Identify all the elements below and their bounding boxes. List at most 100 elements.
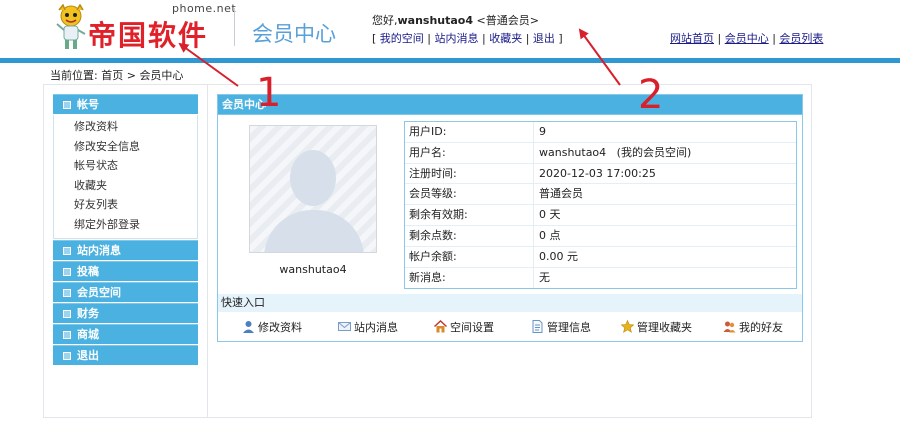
avatar-body	[264, 210, 364, 252]
member-center-panel: 会员中心 wanshutao4 用户ID: 9 用户名: wanshutao4 (我…	[217, 94, 803, 342]
header-divider	[234, 8, 235, 46]
sidebar-group-finance[interactable]: 财务	[53, 303, 198, 323]
user-info-table: 用户ID: 9 用户名: wanshutao4 (我的会员空间) 注册时间: 2020…	[404, 121, 797, 290]
info-label: 帐户余额:	[405, 246, 534, 267]
square-bullet-icon	[63, 289, 71, 297]
page-title: 会员中心	[252, 22, 336, 46]
annotation-label-1: 1	[256, 70, 282, 116]
breadcrumb-current: 会员中心	[139, 69, 184, 82]
sidebar-group-account[interactable]: 帐号	[53, 94, 198, 114]
quick-space-settings[interactable]: 空间设置	[434, 319, 494, 335]
info-label: 注册时间:	[405, 163, 534, 184]
friends-icon	[723, 321, 736, 333]
avatar-placeholder-icon	[290, 150, 336, 206]
sidebar-divider	[207, 84, 208, 418]
panel-title: 会员中心	[218, 95, 802, 115]
quick-label: 站内消息	[354, 321, 398, 334]
header-bar	[0, 58, 900, 63]
quick-manage-info[interactable]: 管理信息	[531, 319, 591, 335]
sidebar-group-member-space[interactable]: 会员空间	[53, 282, 198, 302]
info-label: 剩余有效期:	[405, 205, 534, 225]
site-logo[interactable]: phome.net 帝国软件	[50, 2, 236, 54]
quick-entry-bar: 修改资料 站内消息 空间设置 管理信息 管理收藏夹 我的好友	[218, 316, 802, 338]
info-value: 9	[539, 125, 546, 138]
breadcrumb-label: 当前位置:	[50, 69, 98, 82]
page-header: phome.net 帝国软件 会员中心 您好,wanshutao4 <普通会员>…	[0, 0, 900, 58]
greeting-username: wanshutao4	[397, 14, 474, 27]
sidebar-account-list: 修改资料 修改安全信息 帐号状态 收藏夹 好友列表 绑定外部登录	[53, 115, 198, 239]
user-links: [ 我的空间 | 站内消息 | 收藏夹 | 退出 ]	[372, 32, 563, 45]
sidebar-group-submit[interactable]: 投稿	[53, 261, 198, 281]
greeting-prefix: 您好,	[372, 14, 398, 27]
quick-entry-title: 快速入口	[218, 294, 802, 312]
link-favorites[interactable]: 收藏夹	[489, 32, 522, 45]
square-bullet-icon	[63, 352, 71, 360]
link-member-list[interactable]: 会员列表	[779, 32, 823, 45]
info-value: 0.00 元	[539, 249, 578, 263]
link-my-space[interactable]: 我的空间	[380, 32, 424, 45]
quick-label: 我的好友	[739, 321, 783, 334]
username-value: wanshutao4	[539, 145, 607, 159]
sidebar: 帐号 修改资料 修改安全信息 帐号状态 收藏夹 好友列表 绑定外部登录 站内消息…	[53, 94, 198, 366]
table-row: 会员等级: 普通会员	[405, 184, 796, 206]
info-label: 用户ID:	[405, 122, 534, 142]
info-value: 无	[539, 270, 550, 284]
link-member-center[interactable]: 会员中心	[725, 32, 769, 45]
info-value: 0 天	[539, 208, 561, 222]
logo-text: 帝国软件	[88, 19, 209, 52]
info-label: 用户名:	[405, 142, 534, 163]
sidebar-group-label: 会员空间	[77, 286, 121, 299]
sidebar-item-security[interactable]: 修改安全信息	[74, 137, 197, 157]
envelope-icon	[338, 322, 351, 331]
sidebar-item-favorites[interactable]: 收藏夹	[74, 176, 197, 196]
quick-label: 管理收藏夹	[637, 321, 692, 334]
sidebar-item-friends[interactable]: 好友列表	[74, 195, 197, 215]
sidebar-group-label: 站内消息	[77, 244, 121, 257]
avatar-username: wanshutao4	[279, 263, 347, 276]
quick-label: 修改资料	[258, 321, 302, 334]
quick-label: 管理信息	[547, 321, 591, 334]
link-site-home[interactable]: 网站首页	[670, 32, 714, 45]
my-space-link[interactable]: (我的会员空间)	[617, 146, 692, 159]
link-messages[interactable]: 站内消息	[435, 32, 479, 45]
user-edit-icon	[243, 321, 254, 333]
breadcrumb-home[interactable]: 首页	[101, 69, 123, 82]
table-row: 新消息: 无	[405, 267, 796, 289]
info-label: 新消息:	[405, 267, 534, 289]
link-logout[interactable]: 退出	[533, 32, 555, 45]
annotation-label-2: 2	[638, 72, 664, 118]
table-row: 帐户余额: 0.00 元	[405, 246, 796, 268]
info-value: 2020-12-03 17:00:25	[539, 166, 656, 180]
mascot-logo-icon	[56, 4, 86, 49]
info-value: wanshutao4 (我的会员空间)	[534, 143, 691, 163]
quick-edit-profile[interactable]: 修改资料	[242, 319, 302, 335]
table-row: 剩余点数: 0 点	[405, 225, 796, 247]
breadcrumb: 当前位置: 首页 > 会员中心	[50, 67, 183, 83]
member-group: <普通会员>	[476, 14, 539, 27]
sidebar-group-shop[interactable]: 商城	[53, 324, 198, 344]
sidebar-item-external-login[interactable]: 绑定外部登录	[74, 215, 197, 235]
sidebar-group-label: 商城	[77, 328, 99, 341]
sidebar-group-messages[interactable]: 站内消息	[53, 240, 198, 260]
sidebar-item-edit-profile[interactable]: 修改资料	[74, 117, 197, 137]
top-nav-links: 网站首页 | 会员中心 | 会员列表	[670, 32, 824, 45]
sidebar-group-logout[interactable]: 退出	[53, 345, 198, 365]
greeting: 您好,wanshutao4 <普通会员>	[372, 12, 539, 28]
table-row: 用户名: wanshutao4 (我的会员空间)	[405, 142, 796, 164]
quick-my-friends[interactable]: 我的好友	[723, 319, 783, 335]
sidebar-group-label: 投稿	[77, 265, 99, 278]
sidebar-group-label: 帐号	[77, 98, 99, 111]
info-label: 剩余点数:	[405, 225, 534, 246]
sidebar-item-account-status[interactable]: 帐号状态	[74, 156, 197, 176]
breadcrumb-sep: >	[126, 69, 136, 82]
quick-manage-favorites[interactable]: 管理收藏夹	[621, 319, 692, 335]
info-label: 会员等级:	[405, 184, 534, 205]
quick-label: 空间设置	[450, 321, 494, 334]
quick-messages[interactable]: 站内消息	[338, 319, 398, 335]
house-icon	[434, 320, 447, 333]
info-value: 0 点	[539, 228, 561, 242]
table-row: 剩余有效期: 0 天	[405, 205, 796, 226]
sidebar-group-label: 财务	[77, 307, 99, 320]
avatar[interactable]	[249, 125, 377, 253]
square-bullet-icon	[63, 101, 71, 109]
